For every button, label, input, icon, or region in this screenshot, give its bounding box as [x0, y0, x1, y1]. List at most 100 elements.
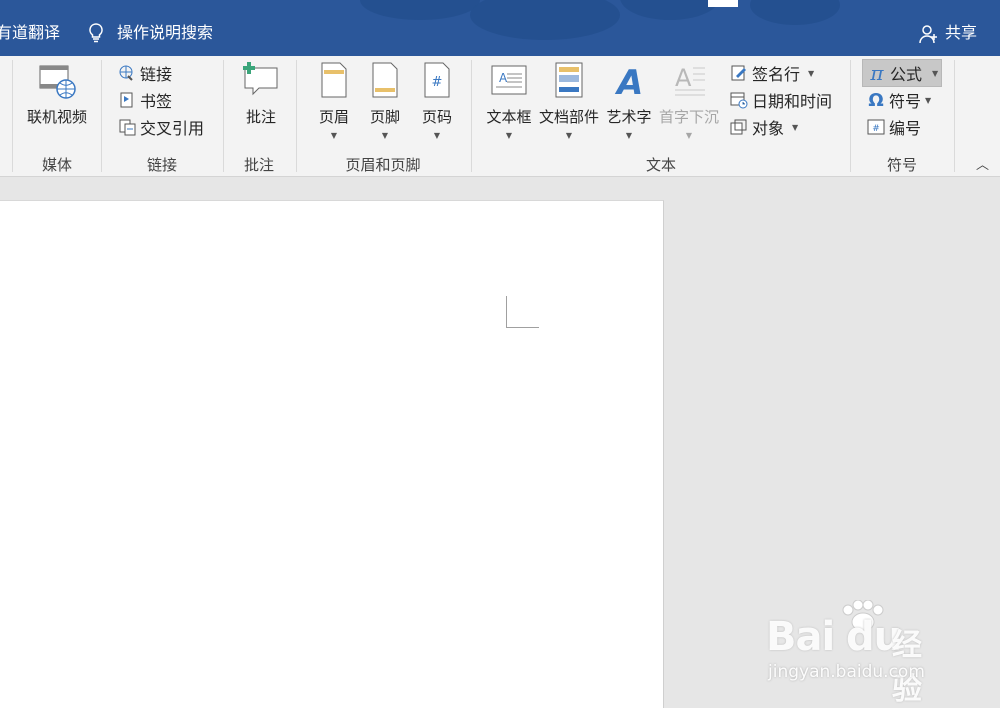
object-label: 对象 — [752, 119, 785, 138]
comment-icon — [241, 60, 281, 100]
symbol-label: 符号 — [889, 92, 922, 111]
wordart-button[interactable]: A 艺术字 ▼ — [604, 60, 654, 140]
lightbulb-icon — [86, 22, 106, 50]
tell-me-search[interactable]: 操作说明搜索 — [117, 22, 213, 44]
chevron-down-icon: ▼ — [505, 131, 513, 140]
wordart-icon: A — [609, 60, 649, 100]
group-separator — [471, 60, 472, 172]
numbering-button[interactable]: # 编号 — [866, 115, 921, 139]
quick-parts-button[interactable]: 文档部件 ▼ — [537, 60, 601, 140]
chevron-down-icon: ▼ — [925, 95, 932, 105]
svg-text:#: # — [432, 75, 443, 90]
text-box-label: 文本框 — [486, 108, 532, 126]
group-separator — [223, 60, 224, 172]
date-time-label: 日期和时间 — [752, 92, 833, 111]
title-decoration — [750, 0, 840, 25]
comments-group-label: 批注 — [243, 156, 275, 174]
equation-label: 公式 — [890, 65, 923, 84]
share-button[interactable]: 共享 — [945, 22, 977, 44]
signature-line-icon — [729, 63, 749, 83]
title-bar: 有道翻译 操作说明搜索 共享 — [0, 0, 1000, 56]
page-number-button[interactable]: # 页码 ▼ — [417, 60, 457, 140]
chevron-down-icon: ▼ — [381, 131, 389, 140]
new-comment-button[interactable]: 批注 — [238, 60, 284, 127]
symbol-button[interactable]: Ω 符号 ▼ — [866, 88, 931, 112]
group-separator — [954, 60, 955, 172]
cross-reference-label: 交叉引用 — [140, 119, 205, 138]
quick-parts-label: 文档部件 — [538, 108, 599, 126]
link-label: 链接 — [140, 65, 173, 84]
chevron-down-icon: ▼ — [625, 131, 633, 140]
title-decoration — [620, 0, 720, 20]
header-footer-group-label: 页眉和页脚 — [345, 156, 421, 174]
svg-text:A: A — [675, 64, 692, 92]
footer-icon — [365, 60, 405, 100]
equation-button[interactable]: π 公式 ▼ — [862, 59, 942, 87]
bookmark-button[interactable]: 书签 — [117, 88, 172, 112]
chevron-down-icon[interactable]: ▼ — [932, 69, 938, 78]
margin-corner-mark — [506, 296, 539, 328]
youdao-translate-tab[interactable]: 有道翻译 — [0, 22, 60, 44]
text-group-label: 文本 — [645, 156, 677, 174]
object-icon — [729, 117, 749, 137]
group-separator — [850, 60, 851, 172]
calendar-icon — [729, 90, 749, 110]
watermark-logo-bai: Bai — [766, 614, 835, 660]
page-number-icon: # — [417, 60, 457, 100]
number-icon: # — [866, 117, 886, 137]
svg-text:A: A — [499, 71, 508, 85]
wordart-label: 艺术字 — [606, 108, 652, 126]
insert-ribbon: 联机视频 媒体 链接 书签 交叉引用 链接 批注 批注 页眉 ▼ 页脚 ▼ # … — [0, 56, 1000, 177]
bookmark-icon — [117, 90, 137, 110]
chevron-down-icon: ▼ — [685, 131, 693, 140]
object-button[interactable]: 对象 ▼ — [729, 115, 798, 139]
watermark-url: jingyan.baidu.com — [768, 662, 925, 682]
online-video-icon — [37, 60, 77, 100]
collapse-ribbon-icon[interactable]: ︿ — [976, 154, 989, 173]
chevron-down-icon: ▼ — [792, 122, 799, 132]
page-number-label: 页码 — [421, 108, 452, 126]
symbols-group-label: 符号 — [886, 156, 918, 174]
document-page[interactable] — [0, 200, 664, 708]
footer-label: 页脚 — [369, 108, 400, 126]
text-box-icon: A — [489, 60, 529, 100]
bookmark-label: 书签 — [140, 92, 173, 111]
pi-icon: π — [870, 61, 884, 85]
chevron-down-icon: ▼ — [433, 131, 441, 140]
header-icon — [314, 60, 354, 100]
svg-text:A: A — [614, 63, 643, 100]
drop-cap-button: A 首字下沉 ▼ — [656, 60, 722, 140]
group-separator — [101, 60, 102, 172]
link-globe-icon — [117, 63, 137, 83]
quick-parts-icon — [549, 60, 589, 100]
date-time-button[interactable]: 日期和时间 — [729, 88, 832, 112]
drop-cap-label: 首字下沉 — [658, 108, 719, 126]
omega-icon: Ω — [868, 89, 884, 111]
person-add-icon — [919, 24, 939, 50]
header-button[interactable]: 页眉 ▼ — [314, 60, 354, 140]
online-video-label: 联机视频 — [26, 108, 87, 126]
group-separator — [296, 60, 297, 172]
title-decoration — [360, 0, 480, 20]
comment-label: 批注 — [245, 108, 276, 126]
signature-line-label: 签名行 — [752, 65, 801, 84]
header-label: 页眉 — [318, 108, 349, 126]
chevron-down-icon: ▼ — [565, 131, 573, 140]
title-decoration — [470, 0, 620, 40]
online-video-button[interactable]: 联机视频 — [24, 60, 90, 127]
drop-cap-icon: A — [669, 60, 709, 100]
signature-line-button[interactable]: 签名行 ▼ — [729, 61, 814, 85]
link-button[interactable]: 链接 — [117, 61, 172, 85]
chevron-down-icon: ▼ — [330, 131, 338, 140]
chevron-down-icon: ▼ — [808, 68, 815, 78]
window-notch — [708, 0, 738, 7]
media-group-label: 媒体 — [41, 156, 73, 174]
footer-button[interactable]: 页脚 ▼ — [365, 60, 405, 140]
cross-reference-button[interactable]: 交叉引用 — [117, 115, 204, 139]
text-box-button[interactable]: A 文本框 ▼ — [484, 60, 534, 140]
cross-reference-icon — [117, 117, 137, 137]
numbering-label: 编号 — [889, 119, 922, 138]
svg-text:#: # — [872, 124, 880, 134]
group-separator — [12, 60, 13, 172]
links-group-label: 链接 — [146, 156, 178, 174]
